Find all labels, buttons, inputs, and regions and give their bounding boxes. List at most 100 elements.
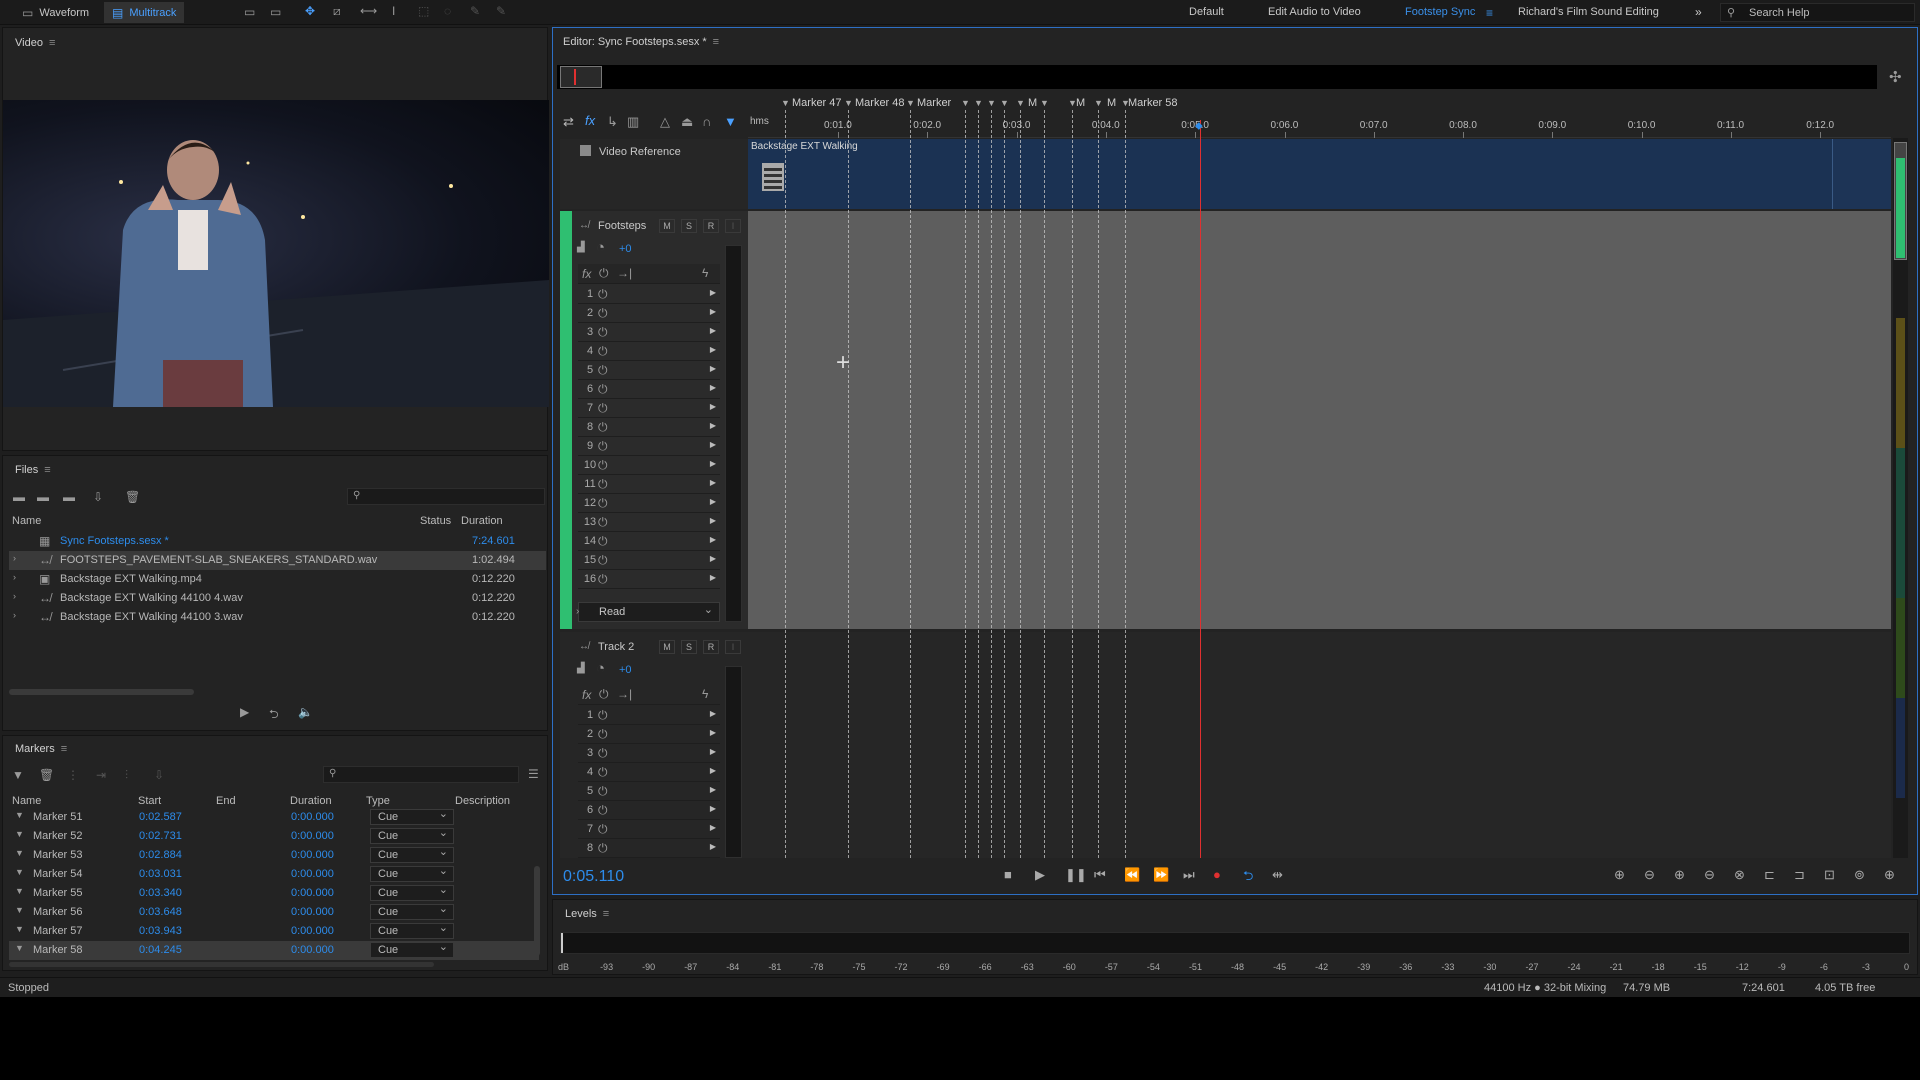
session-overview-bar[interactable] xyxy=(557,65,1877,89)
fx-slot-arrow-icon[interactable]: ▶ xyxy=(710,364,716,373)
fx-slot-arrow-icon[interactable]: ▶ xyxy=(710,440,716,449)
fx-slot-arrow-icon[interactable]: ▶ xyxy=(710,307,716,316)
expand-chevron-icon[interactable]: › xyxy=(13,610,16,620)
footsteps-mute-button[interactable]: M xyxy=(659,219,675,233)
workspace-menu-icon[interactable]: ≡ xyxy=(1486,6,1493,20)
delete-file-icon[interactable]: 🗑 xyxy=(125,490,140,504)
fx-slot[interactable]: 13 ⏻ ▶ xyxy=(578,513,720,532)
overview-viewport-handle[interactable] xyxy=(560,66,602,88)
brush-tool-icon[interactable]: ✎ xyxy=(470,4,480,18)
insert-into-playlist-icon[interactable]: ⇩ xyxy=(154,768,164,782)
loop-preview-icon[interactable]: ⮌ xyxy=(269,705,279,726)
fx-slot[interactable]: 6 ⏻ ▶ xyxy=(578,801,720,820)
rewind-icon[interactable]: ⏪ xyxy=(1124,867,1140,883)
files-horizontal-scrollbar[interactable] xyxy=(9,689,194,695)
pitch-display-icon[interactable]: ▭ xyxy=(270,5,281,19)
multitrack-mode-button[interactable]: ▤ Multitrack xyxy=(104,2,185,23)
files-column-status[interactable]: Status xyxy=(420,515,451,527)
fx-slot-arrow-icon[interactable]: ▶ xyxy=(710,554,716,563)
marker-row[interactable]: ▼ Marker 54 0:03.031 0:00.000 Cue xyxy=(9,864,539,884)
swap-tracks-icon[interactable]: ⇄ xyxy=(563,114,574,130)
marker-duration[interactable]: 0:00.000 xyxy=(291,887,334,899)
files-column-name[interactable]: Name xyxy=(12,515,41,527)
marker-flag-icon[interactable]: ▼ xyxy=(987,98,996,108)
track2-lane[interactable] xyxy=(748,632,1891,858)
fx-slot[interactable]: 3 ⏻ ▶ xyxy=(578,323,720,342)
zoom-to-in-point-icon[interactable]: ⊏ xyxy=(1764,867,1775,883)
insert-into-multitrack-icon[interactable]: ⇩ xyxy=(93,490,103,504)
fx-slot-power-icon[interactable]: ⏻ xyxy=(598,344,608,359)
fx-slot-arrow-icon[interactable]: ▶ xyxy=(710,842,716,851)
fx-slot-arrow-icon[interactable]: ▶ xyxy=(710,383,716,392)
waveform-mode-button[interactable]: ▭ Waveform xyxy=(14,2,97,23)
play-preview-icon[interactable]: ▶ xyxy=(240,705,249,719)
markers-column-end[interactable]: End xyxy=(216,795,236,807)
marker-flag-icon[interactable]: ▼ xyxy=(781,98,790,108)
fx-slot-arrow-icon[interactable]: ▶ xyxy=(710,804,716,813)
delete-marker-icon[interactable]: 🗑 xyxy=(39,768,54,782)
fx-slot[interactable]: 8 ⏻ ▶ xyxy=(578,839,720,858)
marker-start[interactable]: 0:02.884 xyxy=(139,849,182,861)
footsteps-monitor-button[interactable]: I xyxy=(725,219,741,233)
fx-slot[interactable]: 11 ⏻ ▶ xyxy=(578,475,720,494)
move-tool-icon[interactable]: ✥ xyxy=(305,4,315,18)
fx-slot-power-icon[interactable]: ⏻ xyxy=(598,553,608,568)
zoom-selection-icon[interactable]: ⊡ xyxy=(1824,867,1835,883)
marker-line[interactable] xyxy=(1004,110,1005,858)
marker-line[interactable] xyxy=(1044,110,1045,858)
marker-flag-icon[interactable]: ▼ xyxy=(844,98,853,108)
fx-slot-arrow-icon[interactable]: ▶ xyxy=(710,288,716,297)
workspace-richards-film-sound[interactable]: Richard's Film Sound Editing xyxy=(1518,0,1659,25)
file-row[interactable]: › ↮ FOOTSTEPS_PAVEMENT-SLAB_SNEAKERS_STA… xyxy=(9,551,546,570)
export-markers-icon[interactable]: ⇥ xyxy=(96,768,106,782)
fx-slot-arrow-icon[interactable]: ▶ xyxy=(710,709,716,718)
footsteps-track-lane[interactable] xyxy=(748,211,1891,629)
fx-slot[interactable]: 10 ⏻ ▶ xyxy=(578,456,720,475)
marker-row[interactable]: ▼ Marker 58 0:04.245 0:00.000 Cue xyxy=(9,940,539,960)
expand-chevron-icon[interactable]: › xyxy=(13,553,16,563)
marquee-tool-icon[interactable]: ⬚ xyxy=(418,4,429,18)
marker-line[interactable] xyxy=(910,110,911,858)
fx-slot-power-icon[interactable]: ⏻ xyxy=(598,439,608,454)
import-file-icon[interactable]: ▬ xyxy=(37,490,49,504)
fx-slot-arrow-icon[interactable]: ▶ xyxy=(710,402,716,411)
fx-power-icon[interactable]: ⏻ xyxy=(599,266,609,281)
track2-monitor-button[interactable]: I xyxy=(725,640,741,654)
fx-slot-power-icon[interactable]: ⏻ xyxy=(598,841,608,856)
fx-slot-power-icon[interactable]: ⏻ xyxy=(598,496,608,511)
marker-duration[interactable]: 0:00.000 xyxy=(291,830,334,842)
play-icon[interactable]: ▶ xyxy=(1035,867,1045,883)
fx-slot-power-icon[interactable]: ⏻ xyxy=(598,287,608,302)
marker-row[interactable]: ▼ Marker 57 0:03.943 0:00.000 Cue xyxy=(9,921,539,941)
markers-column-type[interactable]: Type xyxy=(366,795,390,807)
marker-row[interactable]: ▼ Marker 56 0:03.648 0:00.000 Cue xyxy=(9,902,539,922)
fx-slot-arrow-icon[interactable]: ▶ xyxy=(710,823,716,832)
marker-line[interactable] xyxy=(1072,110,1073,858)
markers-horizontal-scrollbar[interactable] xyxy=(9,962,434,967)
marker-line[interactable] xyxy=(965,110,966,858)
file-row[interactable]: ▦ Sync Footsteps.sesx * 7:24.601 xyxy=(9,532,546,551)
footsteps-solo-button[interactable]: S xyxy=(681,219,697,233)
volume-knob-icon[interactable]: ◔ xyxy=(596,660,605,677)
marker-duration[interactable]: 0:00.000 xyxy=(291,811,334,823)
marker-duration[interactable]: 0:00.000 xyxy=(291,849,334,861)
fx-slot-power-icon[interactable]: ⏻ xyxy=(598,727,608,742)
marker-line[interactable] xyxy=(1020,110,1021,858)
slip-tool-icon[interactable]: ⟷ xyxy=(360,4,377,18)
fx-slot-power-icon[interactable]: ⏻ xyxy=(598,765,608,780)
workspace-default[interactable]: Default xyxy=(1189,0,1224,25)
marker-line[interactable] xyxy=(785,110,786,858)
footsteps-volume-value[interactable]: +0 xyxy=(619,243,632,255)
fx-slot-arrow-icon[interactable]: ▶ xyxy=(710,535,716,544)
marker-label[interactable]: Marker xyxy=(917,97,951,109)
marker-type-select[interactable]: Cue xyxy=(370,807,454,825)
marker-start[interactable]: 0:03.340 xyxy=(139,887,182,899)
fx-lightning-icon[interactable]: ϟ xyxy=(702,266,708,280)
marker-start[interactable]: 0:04.245 xyxy=(139,944,182,956)
fx-slot-power-icon[interactable]: ⏻ xyxy=(598,708,608,723)
marker-flag-icon[interactable]: ▼ xyxy=(906,98,915,108)
marker-type-select[interactable]: Cue xyxy=(370,940,454,958)
workspace-footstep-sync[interactable]: Footstep Sync xyxy=(1405,0,1475,25)
markers-column-description[interactable]: Description xyxy=(455,795,510,807)
fx-slot-power-icon[interactable]: ⏻ xyxy=(598,572,608,587)
